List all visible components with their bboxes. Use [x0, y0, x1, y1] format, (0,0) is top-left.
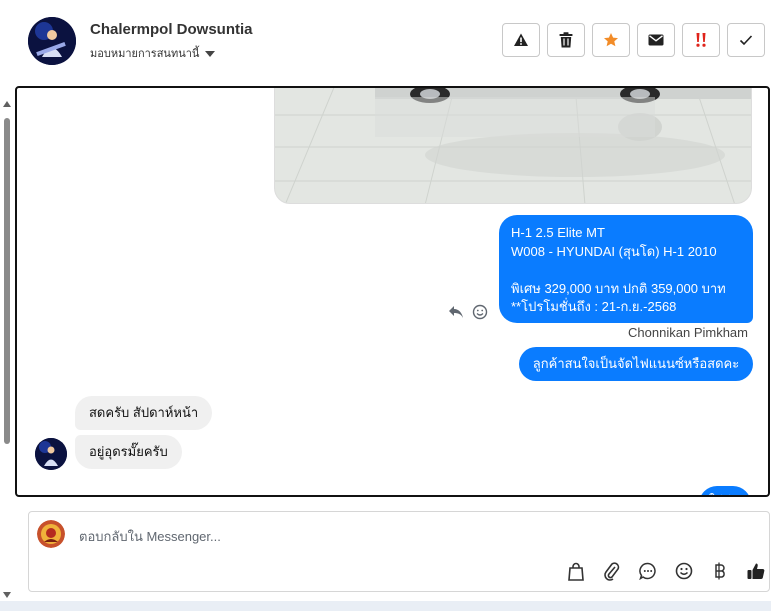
incoming-message[interactable]: อยู่อุดรมั๊ยครับ: [75, 435, 182, 469]
page-avatar: [37, 520, 65, 548]
contact-avatar-small: [35, 438, 67, 470]
reply-icon[interactable]: [448, 305, 464, 319]
outgoing-message-partial[interactable]: ใช่ค่ะ: [699, 486, 751, 495]
mark-done-button[interactable]: [727, 23, 765, 57]
star-button[interactable]: [592, 23, 630, 57]
assign-conversation-dropdown[interactable]: มอบหมายการสนทนานี้: [90, 44, 216, 62]
scrollbar-thumb[interactable]: [4, 118, 10, 444]
sender-name: Chonnikan Pimkham: [628, 325, 748, 340]
paperclip-icon[interactable]: [601, 560, 623, 582]
bottom-bar: [0, 601, 771, 611]
double-exclamation-icon: [696, 33, 706, 47]
emoji-icon[interactable]: [673, 560, 695, 582]
check-icon: [739, 35, 753, 46]
mark-spam-button[interactable]: [502, 23, 540, 57]
delete-button[interactable]: [547, 23, 585, 57]
baht-icon[interactable]: [709, 560, 731, 582]
incoming-message[interactable]: สดครับ สัปดาห์หน้า: [75, 396, 213, 430]
scroll-down-arrow-icon[interactable]: [3, 592, 11, 598]
conversation-header: Chalermpol Dowsuntia มอบหมายการสนทนานี้: [0, 0, 771, 84]
reply-input[interactable]: [77, 522, 641, 550]
contact-avatar[interactable]: [28, 17, 76, 65]
warning-icon: [514, 33, 528, 46]
bag-icon[interactable]: [565, 560, 587, 582]
thumbs-up-icon[interactable]: [745, 560, 767, 582]
composer-toolbar: [565, 560, 767, 582]
react-emoji-icon[interactable]: [472, 304, 488, 320]
header-actions: [502, 23, 765, 57]
outgoing-message[interactable]: H-1 2.5 Elite MT W008 - HYUNDAI (สุนโด) …: [499, 215, 753, 323]
message-thread[interactable]: H-1 2.5 Elite MT W008 - HYUNDAI (สุนโด) …: [15, 86, 770, 497]
reply-composer: [28, 511, 770, 592]
mark-unread-button[interactable]: [637, 23, 675, 57]
contact-name[interactable]: Chalermpol Dowsuntia: [90, 21, 253, 38]
vehicle-photo[interactable]: [274, 88, 752, 204]
chat-bubble-icon[interactable]: [637, 560, 659, 582]
mark-important-button[interactable]: [682, 23, 720, 57]
envelope-icon: [648, 34, 664, 46]
chevron-down-icon: [205, 50, 216, 57]
outgoing-message[interactable]: ลูกค้าสนใจเป็นจัดไฟแนนซ์หรือสดคะ: [519, 347, 753, 381]
assign-label: มอบหมายการสนทนานี้: [90, 48, 200, 60]
scroll-up-arrow-icon[interactable]: [3, 101, 11, 107]
message-tools: [448, 304, 488, 320]
trash-icon: [559, 32, 573, 48]
star-icon: [604, 33, 618, 47]
